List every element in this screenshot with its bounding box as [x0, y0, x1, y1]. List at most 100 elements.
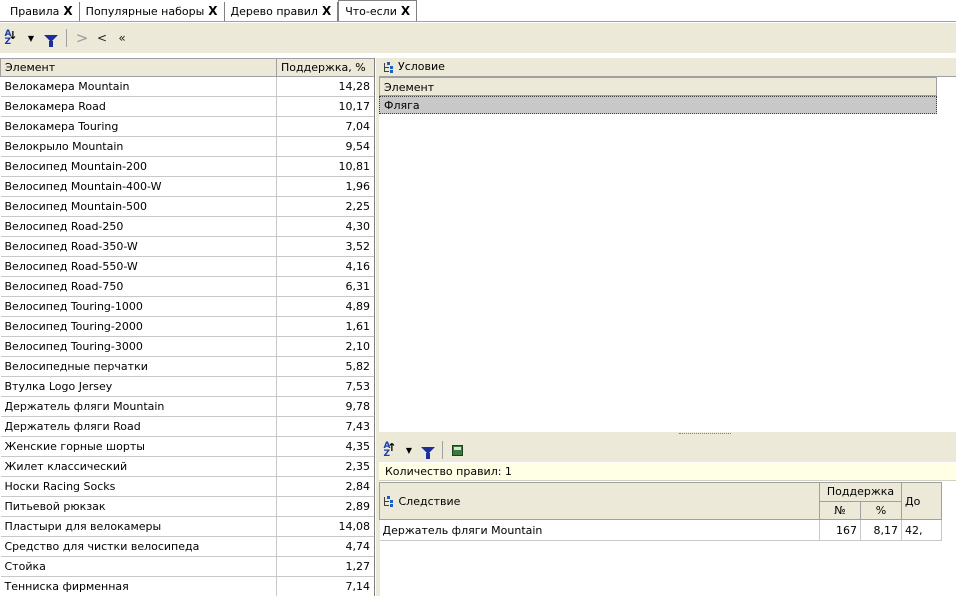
item-support: 9,78 [276, 396, 374, 417]
column-header-support-count[interactable]: № [819, 500, 861, 520]
item-support: 5,82 [276, 356, 374, 377]
table-row[interactable]: Держатель фляги Mountain 167 8,17 42, [379, 519, 942, 541]
column-header-support-percent[interactable]: % [860, 500, 902, 520]
table-row[interactable]: Жилет классический 2,35 [0, 456, 374, 477]
close-icon[interactable]: X [208, 2, 217, 21]
table-row[interactable]: Велокамера Road 10,17 [0, 96, 374, 117]
filter-button[interactable] [421, 440, 435, 460]
column-header-support[interactable]: Поддержка, % [276, 58, 374, 77]
condition-header: Условие [379, 58, 956, 77]
table-row[interactable]: Велосипед Mountain-200 10,81 [0, 156, 374, 177]
item-support: 1,61 [276, 316, 374, 337]
close-icon[interactable]: X [63, 2, 72, 21]
item-name: Стойка [0, 556, 277, 577]
table-row[interactable]: Держатель фляги Mountain 9,78 [0, 396, 374, 417]
filter-button[interactable] [44, 28, 58, 48]
table-row[interactable]: Велосипед Road-750 6,31 [0, 276, 374, 297]
sort-az-icon: A Z ↑ [384, 442, 397, 459]
table-row[interactable]: Питьевой рюкзак 2,89 [0, 496, 374, 517]
prev-button[interactable]: < [95, 28, 109, 48]
item-support: 4,16 [276, 256, 374, 277]
rules-count: Количество правил: 1 [379, 463, 956, 481]
item-name: Велосипед Road-250 [0, 216, 277, 237]
item-support: 10,81 [276, 156, 374, 177]
tab-label: Правила [10, 5, 60, 18]
column-header-element[interactable]: Элемент [0, 58, 277, 77]
item-name: Питьевой рюкзак [0, 496, 277, 517]
close-icon[interactable]: X [401, 2, 410, 21]
column-header-confidence[interactable]: До [901, 482, 942, 520]
table-row[interactable]: Велосипед Road-550-W 4,16 [0, 256, 374, 277]
item-support: 10,17 [276, 96, 374, 117]
consequence-table: Следствие Поддержка До № % Держатель фля… [379, 482, 942, 541]
item-name: Велосипед Mountain-400-W [0, 176, 277, 197]
item-support: 2,35 [276, 456, 374, 477]
table-row[interactable]: Велосипед Mountain-400-W 1,96 [0, 176, 374, 197]
item-name: Велокамера Mountain [0, 76, 277, 97]
table-row[interactable]: Велосипед Touring-2000 1,61 [0, 316, 374, 337]
table-row[interactable]: Велосипед Touring-1000 4,89 [0, 296, 374, 317]
table-row[interactable]: Велокамера Mountain 14,28 [0, 76, 374, 97]
filter-icon [421, 446, 435, 459]
calculator-icon [451, 444, 463, 456]
filter-icon [44, 34, 58, 47]
tab-rules[interactable]: Правила X [4, 2, 80, 21]
table-row[interactable]: Велокамера Touring 7,04 [0, 116, 374, 137]
tab-rules-tree[interactable]: Дерево правил X [225, 2, 339, 21]
sort-dropdown-button[interactable]: ▼ [24, 28, 38, 48]
item-name: Жилет классический [0, 456, 277, 477]
close-icon[interactable]: X [322, 2, 331, 21]
table-row[interactable]: Велосипед Mountain-500 2,25 [0, 196, 374, 217]
table-row[interactable]: Велосипедные перчатки 5,82 [0, 356, 374, 377]
column-header-consequence[interactable]: Следствие [379, 482, 820, 520]
item-support: 1,27 [276, 556, 374, 577]
table-row[interactable]: Втулка Logo Jersey 7,53 [0, 376, 374, 397]
table-row[interactable]: Велокрыло Mountain 9,54 [0, 136, 374, 157]
item-name: Велосипед Mountain-200 [0, 156, 277, 177]
tab-frequent-sets[interactable]: Популярные наборы X [80, 2, 225, 21]
sort-button[interactable]: A Z ↑ [383, 440, 397, 460]
table-row[interactable]: Велосипед Road-350-W 3,52 [0, 236, 374, 257]
condition-table: Элемент Фляга [379, 77, 956, 114]
item-support: 4,74 [276, 536, 374, 557]
items-panel: Элемент Поддержка, % Велокамера Mountain… [0, 58, 375, 596]
first-button[interactable]: « [115, 28, 129, 48]
item-name: Держатель фляги Road [0, 416, 277, 437]
table-row[interactable]: Велосипед Road-250 4,30 [0, 216, 374, 237]
table-row[interactable]: Тенниска фирменная 7,14 [0, 576, 374, 596]
what-if-panel: Условие Элемент Фляга A Z ↑ ▼ Количество… [379, 58, 956, 596]
item-support: 4,89 [276, 296, 374, 317]
consequence-name: Держатель фляги Mountain [379, 519, 820, 541]
table-row[interactable]: Средство для чистки велосипеда 4,74 [0, 536, 374, 557]
table-row[interactable]: Велосипед Touring-3000 2,10 [0, 336, 374, 357]
sort-button[interactable]: A Z ↓ [4, 28, 18, 48]
item-name: Тенниска фирменная [0, 576, 277, 596]
sort-dropdown-button[interactable]: ▼ [402, 440, 416, 460]
condition-row[interactable]: Фляга [379, 96, 937, 114]
item-name: Велосипед Road-350-W [0, 236, 277, 257]
tab-label: Что-если [345, 4, 397, 18]
toolbar-separator [66, 29, 67, 47]
table-row[interactable]: Пластыри для велокамеры 14,08 [0, 516, 374, 537]
table-row[interactable]: Держатель фляги Road 7,43 [0, 416, 374, 437]
item-name: Велосипед Road-550-W [0, 256, 277, 277]
table-row[interactable]: Женские горные шорты 4,35 [0, 436, 374, 457]
tab-bar: Правила X Популярные наборы X Дерево пра… [0, 0, 956, 22]
toolbar-separator [442, 441, 443, 459]
item-support: 3,52 [276, 236, 374, 257]
item-name: Велокамера Touring [0, 116, 277, 137]
item-name: Носки Racing Socks [0, 476, 277, 497]
next-button[interactable]: > [75, 28, 89, 48]
table-row[interactable]: Стойка 1,27 [0, 556, 374, 577]
item-support: 9,54 [276, 136, 374, 157]
item-support: 7,53 [276, 376, 374, 397]
tab-label: Дерево правил [230, 5, 318, 18]
tab-what-if[interactable]: Что-если X [338, 0, 418, 21]
calculator-button[interactable] [450, 440, 464, 460]
condition-title: Условие [398, 60, 445, 73]
tree-icon [383, 61, 395, 73]
column-header-element[interactable]: Элемент [379, 77, 937, 96]
item-name: Велосипед Road-750 [0, 276, 277, 297]
item-support: 4,35 [276, 436, 374, 457]
table-row[interactable]: Носки Racing Socks 2,84 [0, 476, 374, 497]
